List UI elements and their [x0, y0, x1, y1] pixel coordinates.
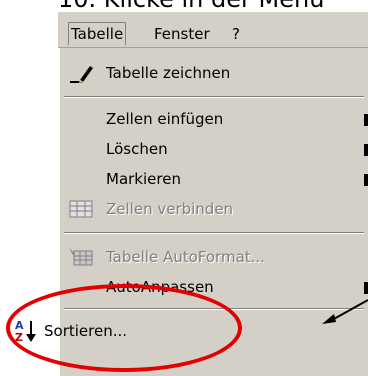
- menu-item-markieren[interactable]: Markieren: [60, 164, 368, 194]
- red-highlight-ellipse: [6, 284, 242, 372]
- merge-cells-icon: [69, 200, 93, 218]
- menu-item-label: Tabelle AutoFormat...: [106, 248, 265, 266]
- menu-item-label: Zellen einfügen: [106, 110, 224, 128]
- menu-item-label: Tabelle zeichnen: [106, 64, 231, 82]
- submenu-arrow-icon: [364, 144, 368, 156]
- menu-tabelle-label: Tabelle: [71, 25, 124, 43]
- caption-text: 10. Klicke in der Menü: [58, 0, 324, 12]
- menu-separator: [64, 232, 364, 234]
- submenu-arrow-icon: [364, 114, 368, 126]
- menu-help[interactable]: ?: [232, 23, 240, 45]
- menu-item-label: Zellen verbinden: [106, 200, 234, 218]
- submenu-arrow-icon: [364, 174, 368, 186]
- menu-bar: Tabelle Fenster ?: [58, 12, 368, 48]
- menu-item-loeschen[interactable]: Löschen: [60, 134, 368, 164]
- menu-tabelle[interactable]: Tabelle: [68, 22, 127, 45]
- pencil-icon: [70, 66, 93, 83]
- menu-item-zellen-einfuegen[interactable]: Zellen einfügen: [60, 104, 368, 134]
- menu-fenster[interactable]: Fenster: [154, 23, 210, 45]
- menu-item-label: Markieren: [106, 170, 181, 188]
- menu-item-label: Löschen: [106, 140, 168, 158]
- autoformat-icon: [69, 248, 93, 266]
- menu-item-tabelle-autoformat: Tabelle AutoFormat...: [60, 242, 368, 272]
- menu-separator: [64, 96, 364, 98]
- menu-item-tabelle-zeichnen[interactable]: Tabelle zeichnen: [60, 58, 368, 88]
- submenu-arrow-icon: [364, 282, 368, 294]
- menu-help-label: ?: [232, 25, 240, 43]
- menu-fenster-label: Fenster: [154, 25, 210, 43]
- menu-item-zellen-verbinden: Zellen verbinden: [60, 194, 368, 224]
